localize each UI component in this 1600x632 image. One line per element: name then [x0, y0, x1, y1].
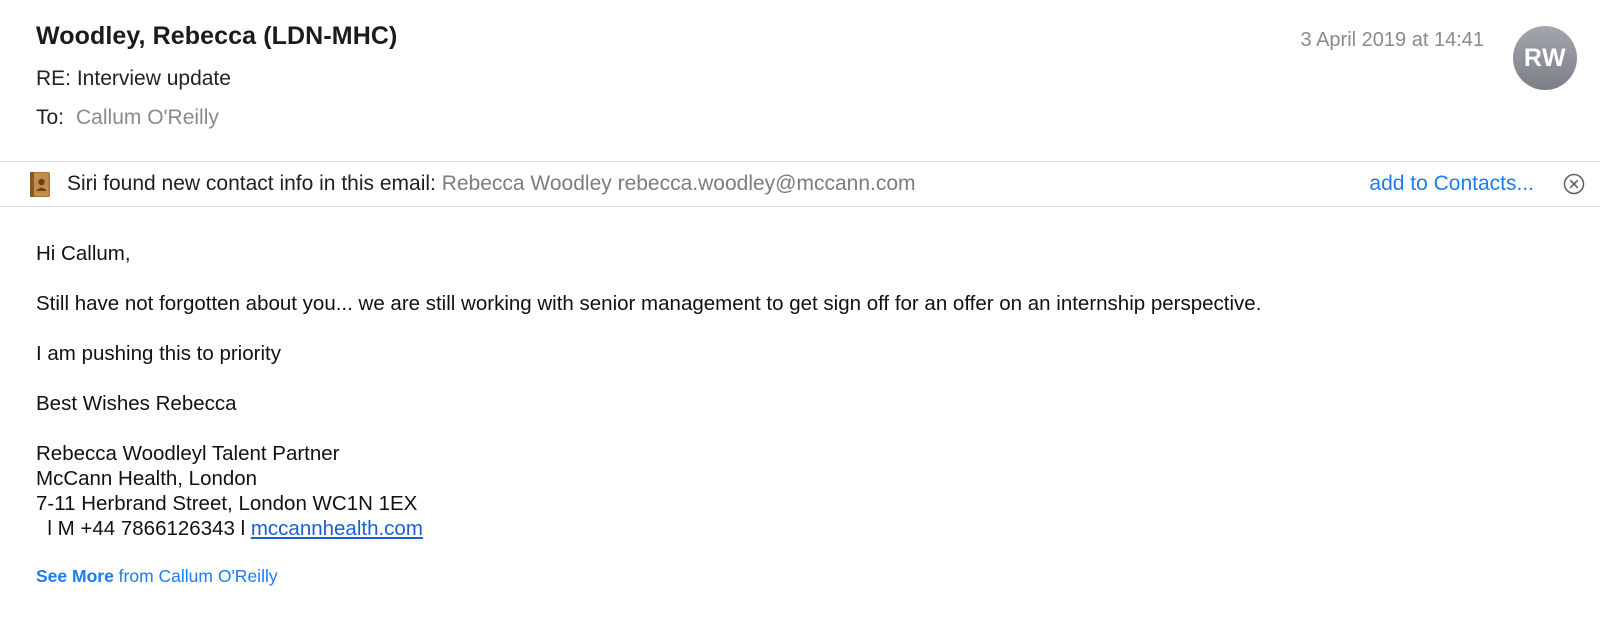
- signature: Rebecca Woodleyl Talent Partner McCann H…: [36, 441, 1556, 541]
- signature-phone: l M +44 7866126343 l: [36, 517, 251, 540]
- website-link[interactable]: mccannhealth.com: [251, 517, 423, 540]
- body-paragraph: Still have not forgotten about you... we…: [36, 292, 1262, 315]
- contacts-book-icon: [28, 171, 52, 198]
- recipient-row: To: Callum O'Reilly: [36, 106, 219, 130]
- subject-line: RE: Interview update: [36, 67, 231, 90]
- see-more-bold: See More: [36, 566, 114, 586]
- signoff: Best Wishes Rebecca: [36, 392, 237, 415]
- signature-contact: l M +44 7866126343 l mccannhealth.com: [36, 516, 1556, 541]
- see-more-link[interactable]: See More from Callum O'Reilly: [36, 566, 278, 587]
- message-header: Woodley, Rebecca (LDN-MHC) RE: Interview…: [0, 0, 1600, 160]
- siri-contact-info: Rebecca Woodley rebecca.woodley@mccann.c…: [441, 172, 916, 195]
- signature-company: McCann Health, London: [36, 467, 258, 490]
- avatar: RW: [1513, 26, 1577, 90]
- signature-name-title: Rebecca Woodleyl Talent Partner: [36, 442, 340, 465]
- siri-message: Siri found new contact info in this emai…: [67, 172, 916, 196]
- greeting: Hi Callum,: [36, 242, 131, 265]
- to-label: To:: [36, 106, 65, 129]
- recipient-name[interactable]: Callum O'Reilly: [76, 106, 219, 129]
- signature-address: 7-11 Herbrand Street, London WC1N 1EX: [36, 492, 418, 515]
- close-icon[interactable]: [1563, 173, 1585, 195]
- see-more-rest: from Callum O'Reilly: [113, 566, 278, 586]
- body-paragraph: I am pushing this to priority: [36, 342, 281, 365]
- sent-date: 3 April 2019 at 14:41: [1300, 29, 1484, 51]
- add-to-contacts-link[interactable]: add to Contacts...: [1369, 172, 1534, 196]
- siri-label: Siri found new contact info in this emai…: [67, 172, 436, 195]
- siri-suggestion-banner: Siri found new contact info in this emai…: [0, 161, 1600, 207]
- sender-name[interactable]: Woodley, Rebecca (LDN-MHC): [36, 22, 397, 51]
- message-body: Hi Callum, Still have not forgotten abou…: [36, 241, 1556, 541]
